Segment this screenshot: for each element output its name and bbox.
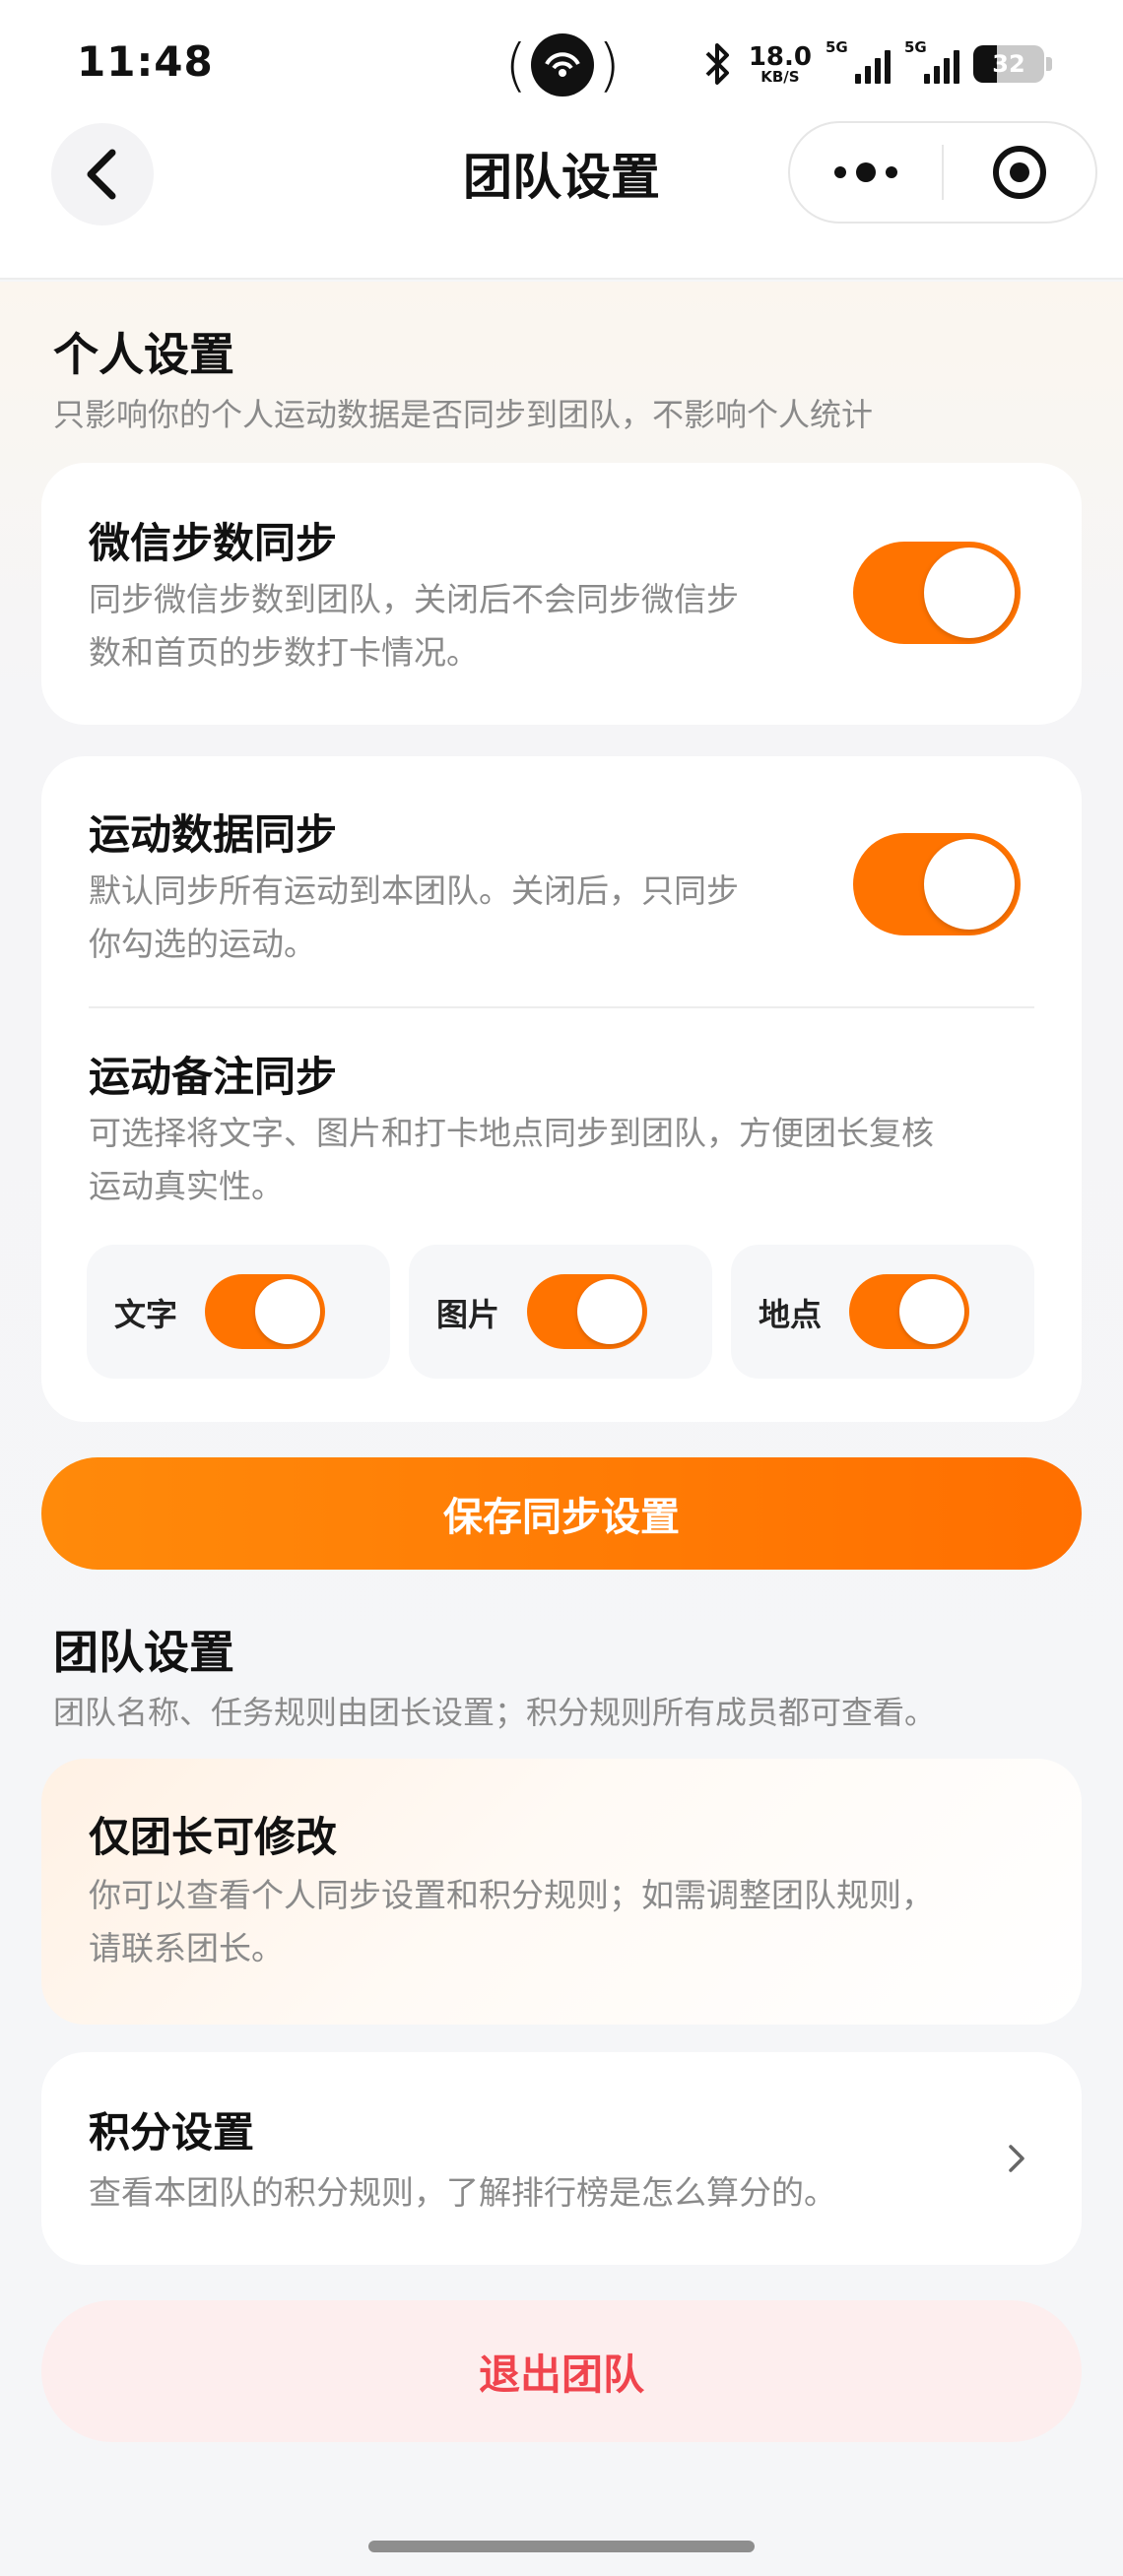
note-option-text: 文字 (87, 1245, 390, 1379)
nav-bar: 团队设置 (0, 118, 1123, 280)
home-indicator[interactable] (368, 2541, 755, 2552)
wechat-sync-card: 微信步数同步 同步微信步数到团队，关闭后不会同步微信步 数和首页的步数打卡情况。 (41, 463, 1082, 725)
points-settings-desc: 查看本团队的积分规则，了解排行榜是怎么算分的。 (89, 2173, 836, 2212)
note-option-location-toggle[interactable] (849, 1274, 969, 1349)
leader-only-desc: 你可以查看个人同步设置和积分规则；如需调整团队规则， 请联系团长。 (89, 1876, 934, 1967)
note-option-text-toggle[interactable] (205, 1274, 325, 1349)
sport-sync-toggle[interactable] (853, 833, 1021, 935)
team-section-subtitle: 团队名称、任务规则由团长设置；积分规则所有成员都可查看。 (53, 1694, 937, 1731)
signal-icon-2: 5G (904, 38, 959, 84)
status-bar: 11:48 ( ) 18.0 KB/S 5G 5G 32 (0, 0, 1123, 128)
sport-sync-desc: 默认同步所有运动到本团队。关闭后，只同步 你勾选的运动。 (89, 871, 739, 963)
team-section-title: 团队设置 (53, 1626, 234, 1679)
note-option-location: 地点 (731, 1245, 1034, 1379)
signal-icon: 5G (826, 38, 891, 84)
points-settings-row[interactable]: 积分设置 查看本团队的积分规则，了解排行榜是怎么算分的。 (41, 2052, 1082, 2265)
save-sync-settings-button[interactable]: 保存同步设置 (41, 1457, 1082, 1570)
points-settings-title: 积分设置 (89, 2108, 255, 2157)
leader-only-card: 仅团长可修改 你可以查看个人同步设置和积分规则；如需调整团队规则， 请联系团长。 (41, 1759, 1082, 2025)
note-option-image-toggle[interactable] (527, 1274, 647, 1349)
net-speed: 18.0 KB/S (748, 41, 812, 86)
sport-sync-title: 运动数据同步 (89, 810, 338, 859)
status-icons: 18.0 KB/S 5G 5G 32 (699, 38, 1052, 89)
wechat-sync-desc: 同步微信步数到团队，关闭后不会同步微信步 数和首页的步数打卡情况。 (89, 580, 739, 672)
personal-section-title: 个人设置 (53, 328, 234, 381)
mini-program-capsule (788, 121, 1097, 224)
quit-team-button[interactable]: 退出团队 (41, 2300, 1082, 2442)
leader-only-title: 仅团长可修改 (89, 1813, 338, 1861)
bluetooth-icon (705, 43, 729, 85)
note-sync-title: 运动备注同步 (89, 1053, 338, 1101)
more-icon (834, 162, 897, 182)
wechat-sync-toggle[interactable] (853, 542, 1021, 644)
wechat-sync-title: 微信步数同步 (89, 519, 338, 567)
divider (89, 1006, 1034, 1008)
chevron-right-icon (1009, 2145, 1024, 2172)
target-icon (993, 146, 1046, 199)
close-program-button[interactable] (944, 123, 1095, 222)
personal-section-subtitle: 只影响你的个人运动数据是否同步到团队，不影响个人统计 (53, 396, 874, 433)
battery-icon: 32 (973, 45, 1052, 83)
more-button[interactable] (790, 123, 942, 222)
note-option-image: 图片 (409, 1245, 712, 1379)
hotspot-icon (531, 33, 594, 97)
note-sync-desc: 可选择将文字、图片和打卡地点同步到团队，方便团长复核 运动真实性。 (89, 1114, 934, 1205)
status-time: 11:48 (77, 37, 214, 86)
hotspot-indicator: ( ) (504, 32, 621, 98)
